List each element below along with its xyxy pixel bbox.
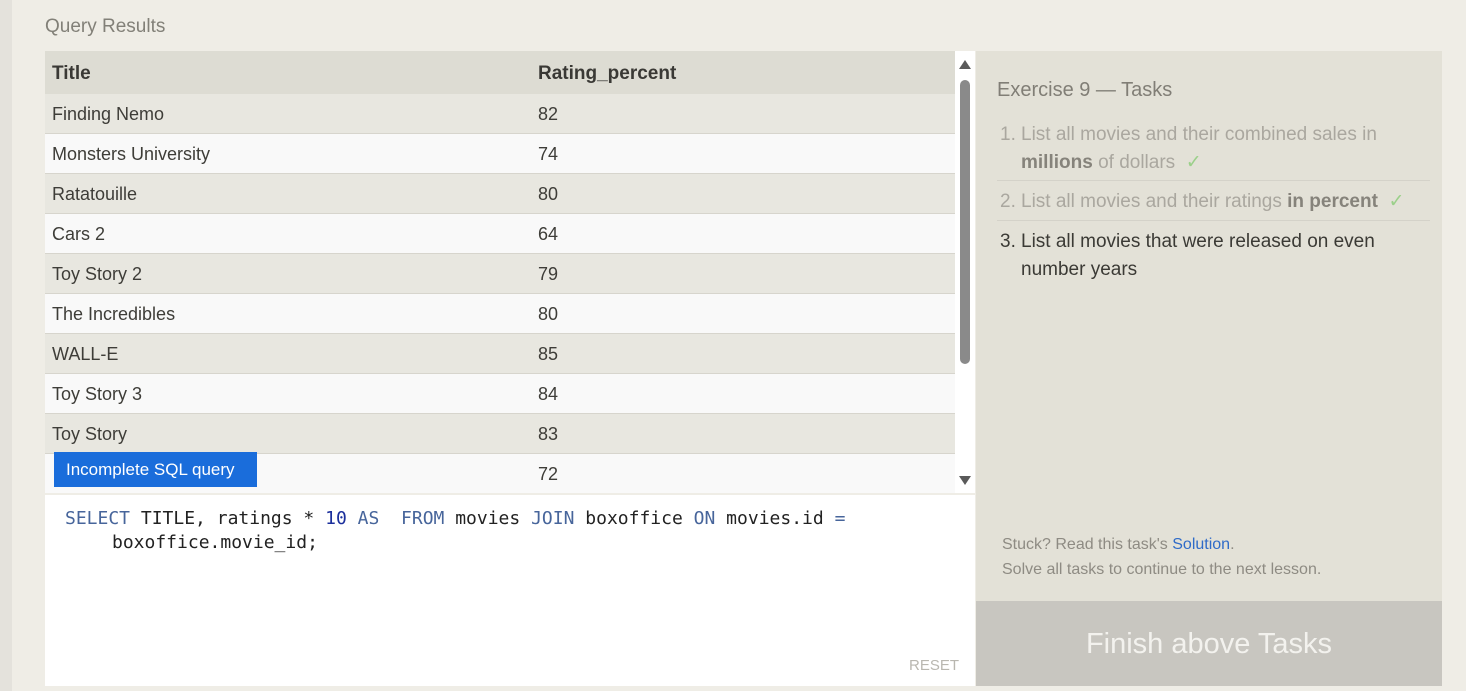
table-row: Finding Nemo 82 <box>45 94 955 134</box>
code-line-2: boxoffice.movie_id; <box>112 532 318 553</box>
table-row: Toy Story 2 79 <box>45 254 955 294</box>
task-number: 3. <box>1000 231 1016 252</box>
cell-rating: 84 <box>538 384 559 404</box>
table-row: Toy Story 3 84 <box>45 374 955 414</box>
results-scrollbar[interactable] <box>955 51 975 493</box>
cell-title: The Incredibles <box>52 304 176 324</box>
keyword-as: AS <box>357 508 380 529</box>
checkmark-icon: ✓ <box>1388 191 1405 212</box>
cell-title: WALL-E <box>52 344 119 364</box>
column-header-title: Title <box>52 63 91 84</box>
cell-rating: 64 <box>538 224 559 244</box>
cell-title: Ratatouille <box>52 184 138 204</box>
section-title: Query Results <box>45 16 166 37</box>
cell-rating: 82 <box>538 104 559 124</box>
column-header-rating-percent: Rating_percent <box>538 63 677 84</box>
reset-button[interactable]: RESET <box>909 657 959 674</box>
keyword-join: JOIN <box>531 508 575 529</box>
task-number: 1. <box>1000 124 1016 145</box>
table-header: Title Rating_percent <box>45 51 955 94</box>
results-table: Title Rating_percent Finding Nemo 82 Mons… <box>45 51 955 493</box>
table-row: Toy Story 83 <box>45 414 955 454</box>
table-row: Cars 2 64 <box>45 214 955 254</box>
cell-rating: 80 <box>538 184 559 204</box>
scroll-down-arrow-icon[interactable] <box>959 476 971 485</box>
code-text: boxoffice <box>574 508 694 529</box>
cell-rating: 80 <box>538 304 559 324</box>
table-row: The Incredibles 80 <box>45 294 955 334</box>
left-gutter <box>0 0 12 691</box>
code-text: movies.id <box>715 508 835 529</box>
cell-title: Finding Nemo <box>52 104 165 124</box>
query-results-panel: Title Rating_percent Finding Nemo 82 Mons… <box>45 51 975 493</box>
finish-tasks-button[interactable]: Finish above Tasks <box>976 601 1442 686</box>
task-text: List all movies that were released on ev… <box>1021 231 1375 280</box>
cell-rating: 74 <box>538 144 559 164</box>
cell-rating: 72 <box>538 464 559 484</box>
keyword-select: SELECT <box>65 508 131 529</box>
cell-rating: 79 <box>538 264 559 284</box>
incomplete-query-badge: Incomplete SQL query <box>54 452 257 487</box>
cell-rating: 85 <box>538 344 559 364</box>
scrollbar-thumb[interactable] <box>960 80 970 364</box>
task-number: 2. <box>1000 191 1016 212</box>
code-line-1: SELECT TITLE, ratings * 10 AS FROM movie… <box>65 508 845 529</box>
code-number: 10 <box>325 508 347 529</box>
code-operator: = <box>834 508 846 529</box>
keyword-on: ON <box>693 508 716 529</box>
stuck-note: Stuck? Read this task's Solution. <box>1002 536 1235 553</box>
cell-title: Toy Story 3 <box>52 384 143 404</box>
cell-title: Toy Story <box>52 424 128 444</box>
task-text: List all movies and their combined sales… <box>1021 124 1377 173</box>
tasks-panel: Exercise 9 — Tasks 1. List all movies an… <box>976 51 1442 601</box>
cell-rating: 83 <box>538 424 559 444</box>
code-text: movies <box>444 508 532 529</box>
exercise-title: Exercise 9 — Tasks <box>997 79 1173 101</box>
cell-title: Cars 2 <box>52 224 106 244</box>
table-row: WALL-E 85 <box>45 334 955 374</box>
scroll-up-arrow-icon[interactable] <box>959 60 971 69</box>
continue-note: Solve all tasks to continue to the next … <box>1002 561 1322 578</box>
code-text: TITLE, ratings * <box>130 508 326 529</box>
task-divider <box>997 220 1430 221</box>
keyword-from: FROM <box>401 508 445 529</box>
sql-editor[interactable]: SELECT TITLE, ratings * 10 AS FROM movie… <box>45 495 975 686</box>
cell-title: Toy Story 2 <box>52 264 143 284</box>
table-row: Ratatouille 80 <box>45 174 955 214</box>
checkmark-icon: ✓ <box>1185 152 1202 173</box>
cell-title: Monsters University <box>52 144 211 164</box>
task-text: List all movies and their ratings in per… <box>1021 191 1405 212</box>
table-row: Monsters University 74 <box>45 134 955 174</box>
task-divider <box>997 180 1430 181</box>
solution-link[interactable]: Solution <box>1172 536 1230 553</box>
